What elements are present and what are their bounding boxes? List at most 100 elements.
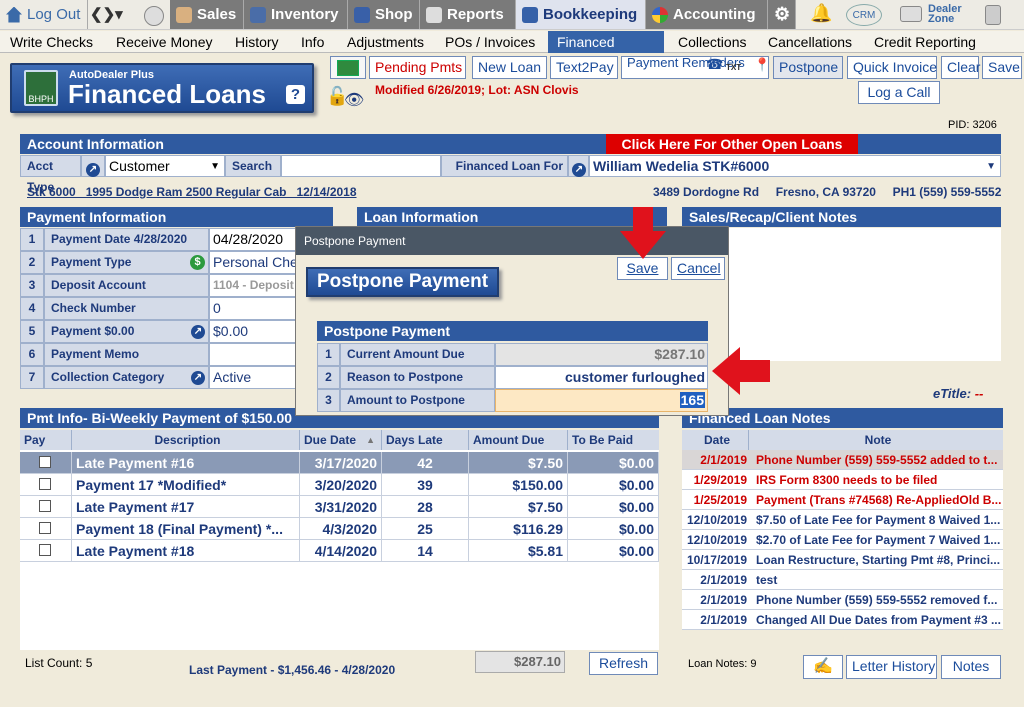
quick-invoice-button[interactable]: Quick Invoice: [847, 56, 937, 79]
table-row[interactable]: Payment 17 *Modified* 3/20/2020 39 $150.00 $…: [20, 474, 659, 496]
vehicle-link[interactable]: Stk 6000 1995 Dodge Ram 2500 Regular Cab…: [27, 185, 357, 199]
notes-button[interactable]: Notes: [941, 655, 1001, 679]
table-row[interactable]: Late Payment #18 4/14/2020 14 $5.81 $0.00: [20, 540, 659, 562]
subnav-receive-money[interactable]: Receive Money: [107, 31, 222, 53]
crm-button[interactable]: CRM: [846, 4, 882, 26]
pay-checkbox[interactable]: [39, 478, 51, 490]
money-stack-button[interactable]: [330, 56, 366, 79]
deposit-account-select[interactable]: 1104 - Deposit: [209, 274, 299, 297]
reason-to-postpone-input[interactable]: customer furloughed: [495, 366, 708, 389]
subnav-cancellations[interactable]: Cancellations: [759, 31, 861, 53]
search-input[interactable]: [281, 155, 441, 177]
log-a-call-button[interactable]: Log a Call: [858, 81, 940, 104]
nav-shop[interactable]: Shop: [348, 0, 420, 29]
note-text: IRS Form 8300 needs to be filed: [756, 473, 938, 487]
dealer-zone-link[interactable]: Dealer Zone: [928, 4, 968, 25]
postpone-button[interactable]: Postpone: [773, 56, 843, 79]
pay-checkbox[interactable]: [39, 522, 51, 534]
subnav-credit-reporting[interactable]: Credit Reporting: [865, 31, 985, 53]
nav-accounting[interactable]: Accounting: [646, 0, 768, 29]
sales-recap-notes-area[interactable]: [682, 228, 1001, 361]
payment-memo-input[interactable]: [209, 343, 299, 366]
pay-cell[interactable]: [20, 496, 72, 518]
col-amount-due[interactable]: Amount Due: [469, 430, 568, 450]
table-row[interactable]: Late Payment #16 3/17/2020 42 $7.50 $0.00: [20, 452, 659, 474]
pending-pmts-button[interactable]: Pending Pmts: [369, 56, 466, 79]
col-note[interactable]: Note: [749, 430, 1003, 450]
pay-cell[interactable]: [20, 540, 72, 562]
financed-loan-for-select[interactable]: William Wedelia STK#6000 ▼: [589, 155, 1001, 177]
subnav-write-checks[interactable]: Write Checks: [1, 31, 102, 53]
calculator-icon[interactable]: [985, 5, 1001, 25]
collection-category-select[interactable]: Active: [209, 366, 299, 389]
note-row[interactable]: 2/1/2019 test: [682, 570, 1003, 590]
nav-bookkeeping[interactable]: Bookkeeping: [516, 0, 646, 29]
nav-reports[interactable]: Reports: [420, 0, 516, 29]
payment-reminders-button[interactable]: Payment Reminders ☎ TXT 📍: [621, 56, 770, 79]
logout-link[interactable]: Log Out: [0, 0, 88, 29]
dialog-save-button[interactable]: Save: [617, 257, 668, 280]
link-arrow-icon[interactable]: ↗: [191, 371, 205, 385]
note-row[interactable]: 2/1/2019 Phone Number (559) 559-5552 remo…: [682, 590, 1003, 610]
note-row[interactable]: 1/25/2019 Payment (Trans #74568) Re-Appli…: [682, 490, 1003, 510]
current-amount-due-label: Current Amount Due: [340, 343, 495, 366]
pay-checkbox[interactable]: [39, 456, 51, 468]
clear-button[interactable]: Clear: [941, 56, 980, 79]
settings-button[interactable]: ⚙: [768, 0, 796, 29]
subnav-pos-invoices[interactable]: POs / Invoices: [436, 31, 544, 53]
subnav-financed-loans[interactable]: Financed Loans: [548, 31, 664, 72]
table-row[interactable]: Payment 18 (Final Payment) *... 4/3/2020 2…: [20, 518, 659, 540]
col-due-date[interactable]: Due Date ▲: [300, 430, 382, 450]
note-row[interactable]: 12/10/2019 $2.70 of Late Fee for Payment …: [682, 530, 1003, 550]
cell-desc: Late Payment #16: [72, 452, 300, 474]
payment-date-input[interactable]: 04/28/2020: [209, 228, 299, 251]
help-icon[interactable]: ?: [286, 85, 305, 104]
subnav-collections[interactable]: Collections: [669, 31, 755, 53]
note-row[interactable]: 2/1/2019 Changed All Due Dates from Payme…: [682, 610, 1003, 630]
col-days-late[interactable]: Days Late: [382, 430, 469, 450]
table-row[interactable]: Late Payment #17 3/31/2020 28 $7.50 $0.00: [20, 496, 659, 518]
financed-loan-link[interactable]: ↗: [568, 155, 589, 177]
pay-cell[interactable]: [20, 452, 72, 474]
note-row[interactable]: 1/29/2019 IRS Form 8300 needs to be filed: [682, 470, 1003, 490]
dollar-icon[interactable]: $: [190, 255, 205, 270]
col-to-be-paid[interactable]: To Be Paid: [568, 430, 659, 450]
check-number-input[interactable]: 0: [209, 297, 299, 320]
pay-checkbox[interactable]: [39, 544, 51, 556]
refresh-button[interactable]: Refresh: [589, 652, 658, 675]
subnav-history[interactable]: History: [226, 31, 288, 53]
eye-icon[interactable]: 👁: [344, 90, 364, 110]
col-description[interactable]: Description: [72, 430, 300, 450]
pay-cell[interactable]: [20, 518, 72, 540]
note-row[interactable]: 2/1/2019 Phone Number (559) 559-5552 adde…: [682, 450, 1003, 470]
payment-type-select[interactable]: Personal Check: [209, 251, 299, 274]
pay-checkbox[interactable]: [39, 500, 51, 512]
subnav-info[interactable]: Info: [292, 31, 333, 53]
text2pay-button[interactable]: Text2Pay: [550, 56, 618, 79]
col-date[interactable]: Date: [682, 430, 749, 450]
avatar-icon[interactable]: [144, 6, 164, 26]
save-toolbar-button[interactable]: Save: [982, 56, 1022, 79]
link-arrow-icon[interactable]: ↗: [191, 325, 205, 339]
note-row[interactable]: 12/10/2019 $7.50 of Late Fee for Payment …: [682, 510, 1003, 530]
nav-inventory[interactable]: Inventory: [244, 0, 348, 29]
amount-to-postpone-input[interactable]: 165: [495, 389, 708, 412]
top-nav: Log Out ❮❯▾ Sales Inventory Shop Reports…: [0, 0, 1024, 30]
other-open-loans-button[interactable]: Click Here For Other Open Loans: [606, 134, 858, 154]
note-row[interactable]: 10/17/2019 Loan Restructure, Starting Pmt…: [682, 550, 1003, 570]
letter-history-button[interactable]: Letter History: [846, 655, 937, 679]
row-number: 1: [317, 343, 340, 366]
unlock-icon[interactable]: 🔓: [326, 86, 348, 108]
payment-amount-input[interactable]: $0.00: [209, 320, 299, 343]
acct-type-select[interactable]: Customer ▼: [105, 155, 225, 177]
subnav-adjustments[interactable]: Adjustments: [338, 31, 433, 53]
back-forward-arrows[interactable]: ❮❯▾: [90, 5, 123, 23]
signature-button[interactable]: ✍: [803, 655, 843, 679]
acct-type-link[interactable]: ↗: [81, 155, 105, 177]
bell-icon[interactable]: 🔔: [810, 3, 832, 24]
cell-desc: Payment 18 (Final Payment) *...: [72, 518, 300, 540]
dialog-cancel-button[interactable]: Cancel: [671, 257, 725, 280]
nav-sales[interactable]: Sales: [170, 0, 244, 29]
new-loan-button[interactable]: New Loan: [472, 56, 547, 79]
pay-cell[interactable]: [20, 474, 72, 496]
